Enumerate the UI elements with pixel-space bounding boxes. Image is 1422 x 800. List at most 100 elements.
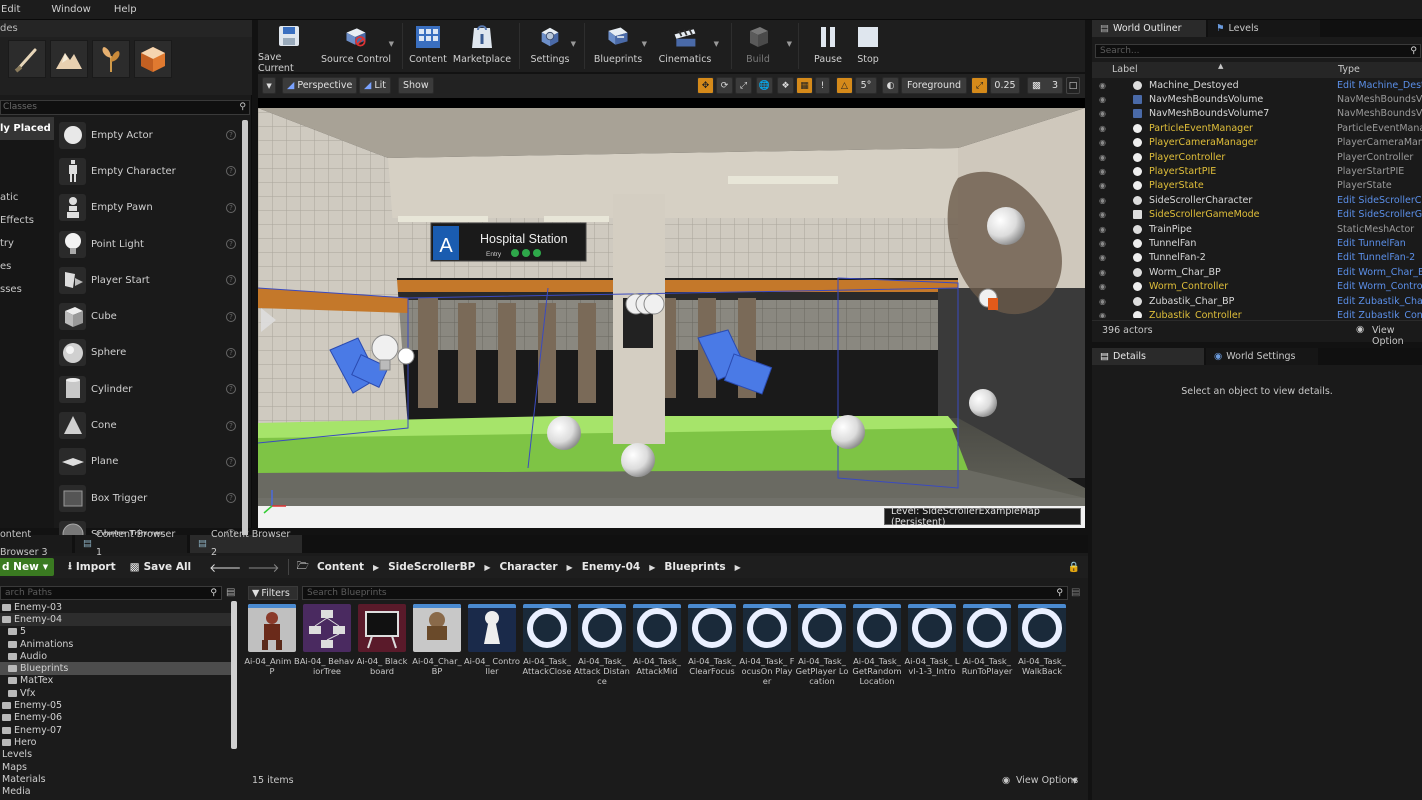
paint-brush-icon[interactable]: [8, 40, 46, 78]
help-icon[interactable]: ?: [226, 347, 236, 358]
folder-tree-item[interactable]: Vfx: [0, 687, 232, 699]
outliner-row[interactable]: ◉ Worm_Controller Edit Worm_Controlle: [1092, 279, 1422, 293]
outliner-row[interactable]: ◉ PlayerController PlayerController: [1092, 150, 1422, 164]
asset-tile[interactable]: Ai-04_Task_ ClearFocus: [688, 604, 736, 704]
folder-tree-item[interactable]: Media: [0, 785, 232, 797]
asset-tile[interactable]: Ai-04_Task_ GetPlayer Location: [796, 604, 848, 704]
folder-tree-item[interactable]: Animations: [0, 638, 232, 650]
category-item[interactable]: try: [0, 232, 54, 255]
placeable-item[interactable]: Cube?: [55, 298, 240, 334]
tab-levels[interactable]: ⚑ Levels: [1208, 20, 1320, 37]
folder-tree-item[interactable]: Levels: [0, 749, 232, 761]
content-button[interactable]: Content: [409, 20, 447, 72]
eye-icon[interactable]: ◉: [1099, 210, 1106, 219]
classes-search-input[interactable]: Classes ⚲: [0, 100, 250, 115]
marketplace-button[interactable]: Marketplace: [451, 20, 513, 72]
rotation-snap-icon[interactable]: △: [836, 77, 853, 94]
category-item[interactable]: atic: [0, 186, 54, 209]
blueprints-button[interactable]: Blueprints ▼: [591, 20, 647, 72]
tree-scrollbar[interactable]: [231, 601, 237, 749]
tab-world-outliner[interactable]: ▤ World Outliner: [1092, 20, 1206, 37]
folder-icon[interactable]: 🗁: [297, 559, 309, 576]
label-column-header[interactable]: Label: [1112, 64, 1138, 75]
scale-snap-icon[interactable]: ⤢: [971, 77, 988, 94]
help-icon[interactable]: ?: [226, 456, 236, 467]
add-new-button[interactable]: d New ▼: [0, 558, 55, 576]
rotation-snap-value[interactable]: 5°: [855, 77, 877, 94]
breadcrumb-item[interactable]: Enemy-04: [582, 561, 641, 573]
asset-tile[interactable]: Ai-04_Task_ WalkBack: [1018, 604, 1066, 704]
help-icon[interactable]: ?: [226, 130, 236, 141]
eye-icon[interactable]: ◉: [1099, 311, 1106, 318]
folder-tree-item[interactable]: Audio: [0, 650, 232, 662]
landscape-mode-icon[interactable]: [50, 40, 88, 78]
breadcrumb-item[interactable]: Blueprints: [664, 561, 725, 573]
outliner-row[interactable]: ◉ Worm_Char_BP Edit Worm_Char_BP: [1092, 265, 1422, 279]
help-icon[interactable]: ?: [226, 275, 236, 286]
save-all-button[interactable]: ▩ Save All: [130, 561, 192, 573]
tab-content-browser-3[interactable]: ontent Browser 3: [0, 529, 72, 558]
outliner-search-input[interactable]: Search... ⚲: [1095, 44, 1421, 58]
help-icon[interactable]: ?: [226, 239, 236, 250]
type-column-header[interactable]: Type: [1338, 64, 1360, 75]
eye-icon[interactable]: ◉: [1099, 81, 1106, 90]
tab-content-browser-2[interactable]: ▤ Content Browser 2: [190, 529, 302, 558]
world-space-icon[interactable]: 🌐: [756, 77, 773, 94]
menu-help[interactable]: Help: [114, 4, 148, 15]
breadcrumb-arrow-icon[interactable]: ▶: [484, 563, 490, 572]
eye-icon[interactable]: ◉: [1099, 253, 1106, 262]
help-icon[interactable]: ?: [226, 311, 236, 322]
layer-dropdown[interactable]: Foreground: [901, 77, 967, 94]
tab-details[interactable]: ▤ Details: [1092, 348, 1204, 365]
layer-icon[interactable]: ◐: [882, 77, 899, 94]
build-button[interactable]: Build ▼: [738, 20, 792, 72]
scale-icon[interactable]: ⤢: [735, 77, 752, 94]
breadcrumb-item[interactable]: Content: [317, 561, 364, 573]
outliner-row-type[interactable]: Edit Machine_Desto: [1337, 80, 1422, 91]
asset-tile[interactable]: Ai-04_Task_ Lvl-1-3_Intro: [905, 604, 960, 704]
eye-icon[interactable]: ◉: [1099, 181, 1106, 190]
pause-button[interactable]: Pause: [811, 20, 845, 72]
tab-world-settings[interactable]: ◉ World Settings: [1206, 348, 1318, 365]
maximize-viewport-icon[interactable]: □: [1066, 77, 1080, 94]
asset-tile[interactable]: Ai-04_Task_ FocusOn Player: [739, 604, 795, 704]
folder-tree-item[interactable]: 5: [0, 626, 232, 638]
category-item[interactable]: [0, 163, 54, 186]
search-blueprints-input[interactable]: Search Blueprints ⚲: [302, 586, 1068, 600]
breadcrumb-arrow-icon[interactable]: ▶: [649, 563, 655, 572]
placeable-item[interactable]: Empty Pawn?: [55, 190, 240, 226]
folder-tree-item[interactable]: Enemy-07: [0, 724, 232, 736]
grid-warning-icon[interactable]: !: [815, 77, 830, 94]
placeable-item[interactable]: Point Light?: [55, 226, 240, 262]
chevron-down-icon[interactable]: ▼: [787, 40, 792, 48]
breadcrumb-item[interactable]: SideScrollerBP: [388, 561, 475, 573]
outliner-row-type[interactable]: Edit Zubastik_Contr: [1337, 310, 1422, 318]
outliner-row[interactable]: ◉ PlayerCameraManager PlayerCameraManag: [1092, 136, 1422, 150]
asset-tile[interactable]: Ai-04_Anim BP: [244, 604, 300, 704]
breadcrumb-item[interactable]: Character: [499, 561, 557, 573]
outliner-row[interactable]: ◉ Zubastik_Controller Edit Zubastik_Contr: [1092, 308, 1422, 318]
view-options-button[interactable]: View Options: [1016, 775, 1078, 786]
menu-edit[interactable]: Edit: [1, 4, 31, 15]
outliner-row[interactable]: ◉ PlayerStartPIE PlayerStartPIE: [1092, 164, 1422, 178]
outliner-row[interactable]: ◉ SideScrollerCharacter Edit SideScrollerC…: [1092, 193, 1422, 207]
help-icon[interactable]: ?: [226, 202, 236, 213]
folder-tree-item[interactable]: Maps: [0, 761, 232, 773]
outliner-row-type[interactable]: Edit Zubastik_Char_: [1337, 296, 1422, 307]
help-icon[interactable]: ?: [226, 384, 236, 395]
eye-icon[interactable]: ◉: [1099, 239, 1106, 248]
asset-tile[interactable]: Ai-04_Task_ RunToPlayer: [962, 604, 1012, 704]
source-control-button[interactable]: Source Control ▼: [320, 20, 394, 72]
outliner-row[interactable]: ◉ TunnelFan Edit TunnelFan: [1092, 236, 1422, 250]
folder-tree-item[interactable]: Hero: [0, 736, 232, 748]
asset-tile[interactable]: Ai-04_Task_ GetRandom Location: [852, 604, 902, 704]
menu-window[interactable]: Window: [51, 4, 101, 15]
placeable-item[interactable]: Cone?: [55, 407, 240, 443]
asset-tile[interactable]: Ai-04_Char_ BP: [412, 604, 462, 704]
stop-button[interactable]: Stop: [851, 20, 885, 72]
asset-tile[interactable]: Ai-04_ BehaviorTree: [300, 604, 354, 704]
back-arrow-icon[interactable]: 🡐: [209, 560, 241, 575]
outliner-row[interactable]: ◉ NavMeshBoundsVolume NavMeshBoundsVolu: [1092, 92, 1422, 106]
outliner-row-type[interactable]: Edit TunnelFan-2: [1337, 252, 1415, 263]
asset-tile[interactable]: Ai-04_Task_ AttackMid: [633, 604, 681, 704]
